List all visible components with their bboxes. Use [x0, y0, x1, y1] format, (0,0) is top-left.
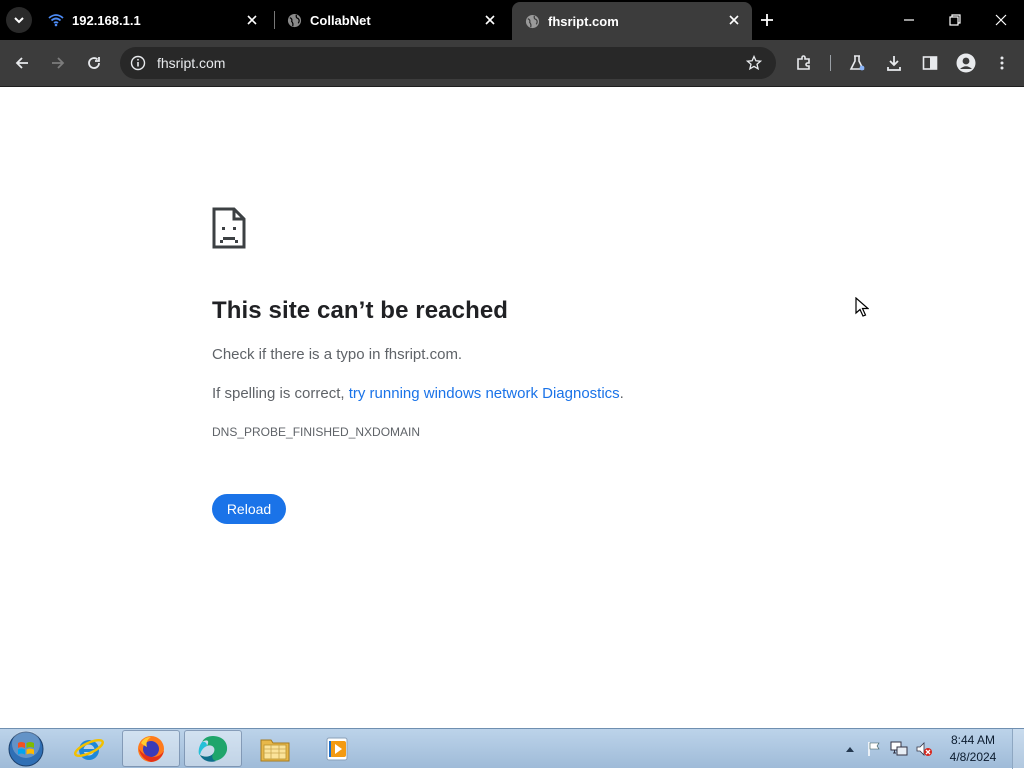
extensions-button[interactable] — [790, 49, 818, 77]
page-title: This site can’t be reached — [212, 297, 509, 324]
show-desktop-button[interactable] — [1012, 729, 1024, 769]
info-icon[interactable] — [128, 53, 148, 73]
flask-icon — [849, 55, 865, 71]
restore-button[interactable] — [932, 0, 978, 40]
plus-icon — [761, 14, 773, 26]
tab-strip: 192.168.1.1 CollabNet fhsript.com — [0, 0, 1024, 40]
diagnostics-hint: If spelling is correct, try running wind… — [212, 385, 624, 402]
chevron-up-icon — [846, 747, 854, 752]
avatar-icon — [956, 53, 976, 73]
puzzle-icon — [797, 55, 810, 70]
address-bar[interactable]: fhsript.com — [120, 47, 776, 79]
close-icon[interactable] — [482, 12, 498, 28]
action-center-tray[interactable] — [864, 729, 884, 769]
arrow-right-icon — [52, 57, 65, 69]
menu-button[interactable] — [988, 49, 1016, 77]
internet-explorer-icon — [73, 738, 105, 760]
flag-icon — [868, 742, 880, 756]
error-code: DNS_PROBE_FINISHED_NXDOMAIN — [212, 425, 421, 439]
firefox-icon — [138, 735, 164, 762]
tab-divider — [274, 11, 275, 29]
globe-icon — [286, 12, 302, 28]
network-tray[interactable] — [888, 729, 910, 769]
tab-router[interactable]: 192.168.1.1 — [40, 0, 270, 40]
diagnostics-prefix: If spelling is correct, — [212, 385, 349, 402]
show-hidden-icons[interactable] — [843, 729, 857, 769]
clock-time: 8:44 AM — [950, 733, 996, 747]
minimize-icon — [904, 19, 914, 21]
tab-search-button[interactable] — [6, 7, 32, 33]
system-clock[interactable]: 8:44 AM 4/8/2024 — [944, 732, 1002, 766]
chevron-down-icon — [14, 17, 24, 24]
restore-icon — [949, 14, 961, 26]
close-icon[interactable] — [726, 12, 742, 28]
taskbar-browser[interactable] — [184, 730, 242, 767]
arrow-left-icon — [15, 57, 28, 69]
side-panel-button[interactable] — [916, 49, 944, 77]
reload-page-button[interactable]: Reload — [212, 494, 286, 524]
taskbar-file-explorer[interactable] — [246, 730, 304, 767]
wifi-icon — [48, 12, 64, 28]
new-tab-button[interactable] — [758, 11, 776, 29]
refresh-icon — [88, 57, 100, 69]
back-button[interactable] — [8, 49, 36, 77]
downloads-button[interactable] — [880, 49, 908, 77]
browser-toolbar: fhsript.com — [0, 40, 1024, 86]
tab-collabnet[interactable]: CollabNet — [278, 0, 508, 40]
toolbar-divider — [830, 55, 831, 71]
taskbar-firefox[interactable] — [122, 730, 180, 767]
address-text[interactable]: fhsript.com — [157, 55, 225, 71]
browser-app-icon — [198, 735, 228, 762]
tab-active[interactable]: fhsript.com — [512, 2, 752, 40]
windows-taskbar: 8:44 AM 4/8/2024 — [0, 728, 1024, 769]
globe-icon — [524, 13, 540, 29]
sad-page-icon — [212, 207, 246, 249]
tab-label: 192.168.1.1 — [72, 12, 141, 28]
file-explorer-icon — [260, 739, 290, 761]
more-vertical-icon — [1000, 56, 1004, 70]
star-icon[interactable] — [744, 53, 764, 73]
reload-button[interactable] — [80, 49, 108, 77]
volume-muted-icon — [916, 742, 932, 756]
network-icon — [890, 741, 908, 756]
windows-orb-icon — [8, 731, 44, 767]
download-icon — [887, 56, 901, 71]
volume-tray[interactable] — [913, 729, 935, 769]
typo-hint: Check if there is a typo in fhsript.com. — [212, 346, 463, 363]
page-content: This site can’t be reached Check if ther… — [0, 87, 1024, 728]
taskbar-media-player[interactable] — [308, 730, 366, 767]
diagnostics-suffix: . — [619, 385, 624, 402]
diagnostics-link[interactable]: try running windows network Diagnostics — [349, 385, 620, 402]
side-panel-icon — [922, 56, 938, 70]
clock-date: 4/8/2024 — [949, 750, 997, 764]
tab-label: fhsript.com — [548, 13, 619, 29]
forward-button[interactable] — [44, 49, 72, 77]
tab-label: CollabNet — [310, 12, 371, 28]
minimize-button[interactable] — [886, 0, 932, 40]
labs-button[interactable] — [843, 49, 871, 77]
media-player-icon — [326, 737, 348, 760]
taskbar-internet-explorer[interactable] — [60, 730, 118, 767]
start-button[interactable] — [6, 731, 46, 767]
close-window-button[interactable] — [978, 0, 1024, 40]
close-icon[interactable] — [244, 12, 260, 28]
profile-button[interactable] — [952, 49, 980, 77]
mouse-cursor-icon — [855, 297, 869, 317]
close-icon — [995, 14, 1007, 26]
